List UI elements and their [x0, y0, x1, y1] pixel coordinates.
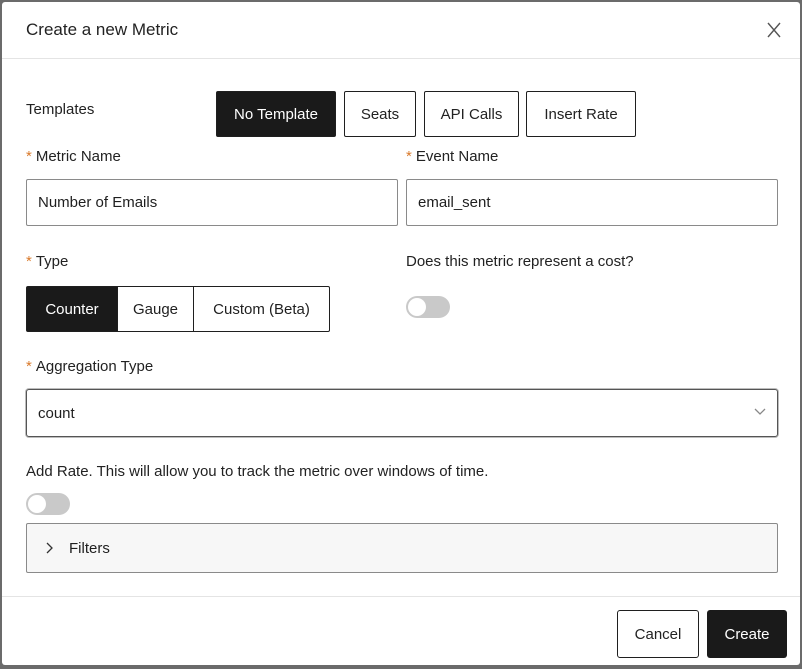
close-button[interactable]	[762, 18, 786, 42]
required-marker: *	[26, 253, 32, 270]
chevron-down-icon	[754, 408, 766, 415]
required-marker: *	[26, 358, 32, 375]
required-marker: *	[406, 148, 412, 165]
type-label-text: Type	[35, 253, 69, 270]
event-name-label-text: Event Name	[415, 148, 499, 165]
modal-footer: Cancel Create	[2, 596, 800, 665]
template-api-calls-button[interactable]: API Calls	[424, 91, 519, 137]
cost-label: Does this metric represent a cost?	[406, 253, 634, 270]
event-name-label: * Event Name	[406, 148, 498, 165]
aggregation-type-select[interactable]: count	[26, 389, 778, 437]
chevron-right-icon	[45, 541, 55, 555]
metric-name-input[interactable]: Number of Emails	[26, 179, 398, 226]
template-insert-rate-button[interactable]: Insert Rate	[526, 91, 636, 137]
toggle-knob	[28, 495, 46, 513]
add-rate-toggle[interactable]	[26, 493, 70, 515]
metric-name-label-text: Metric Name	[35, 148, 121, 165]
template-seats-button[interactable]: Seats	[344, 91, 416, 137]
type-segmented-control: Counter Gauge Custom (Beta)	[26, 286, 330, 332]
metric-name-label: * Metric Name	[26, 148, 121, 165]
template-no-template-button[interactable]: No Template	[216, 91, 336, 137]
filters-label: Filters	[69, 539, 110, 557]
aggregation-type-label: * Aggregation Type	[26, 358, 153, 375]
modal-header: Create a new Metric	[2, 2, 800, 59]
aggregation-type-value: count	[38, 404, 75, 422]
type-counter-option[interactable]: Counter	[27, 287, 117, 331]
cancel-button[interactable]: Cancel	[617, 610, 699, 658]
event-name-input[interactable]: email_sent	[406, 179, 778, 226]
close-icon	[767, 22, 781, 38]
cost-toggle[interactable]	[406, 296, 450, 318]
add-rate-label: Add Rate. This will allow you to track t…	[26, 463, 489, 480]
modal-title: Create a new Metric	[26, 20, 179, 39]
templates-label: Templates	[26, 101, 95, 118]
filters-collapsible[interactable]: Filters	[26, 523, 778, 573]
toggle-knob	[408, 298, 426, 316]
type-custom-beta-option[interactable]: Custom (Beta)	[193, 287, 329, 331]
aggregation-type-label-text: Aggregation Type	[35, 358, 154, 375]
create-button[interactable]: Create	[707, 610, 787, 658]
required-marker: *	[26, 148, 32, 165]
type-label: * Type	[26, 253, 68, 270]
type-gauge-option[interactable]: Gauge	[117, 287, 193, 331]
create-metric-modal: Create a new Metric Templates No Templat…	[2, 2, 800, 665]
